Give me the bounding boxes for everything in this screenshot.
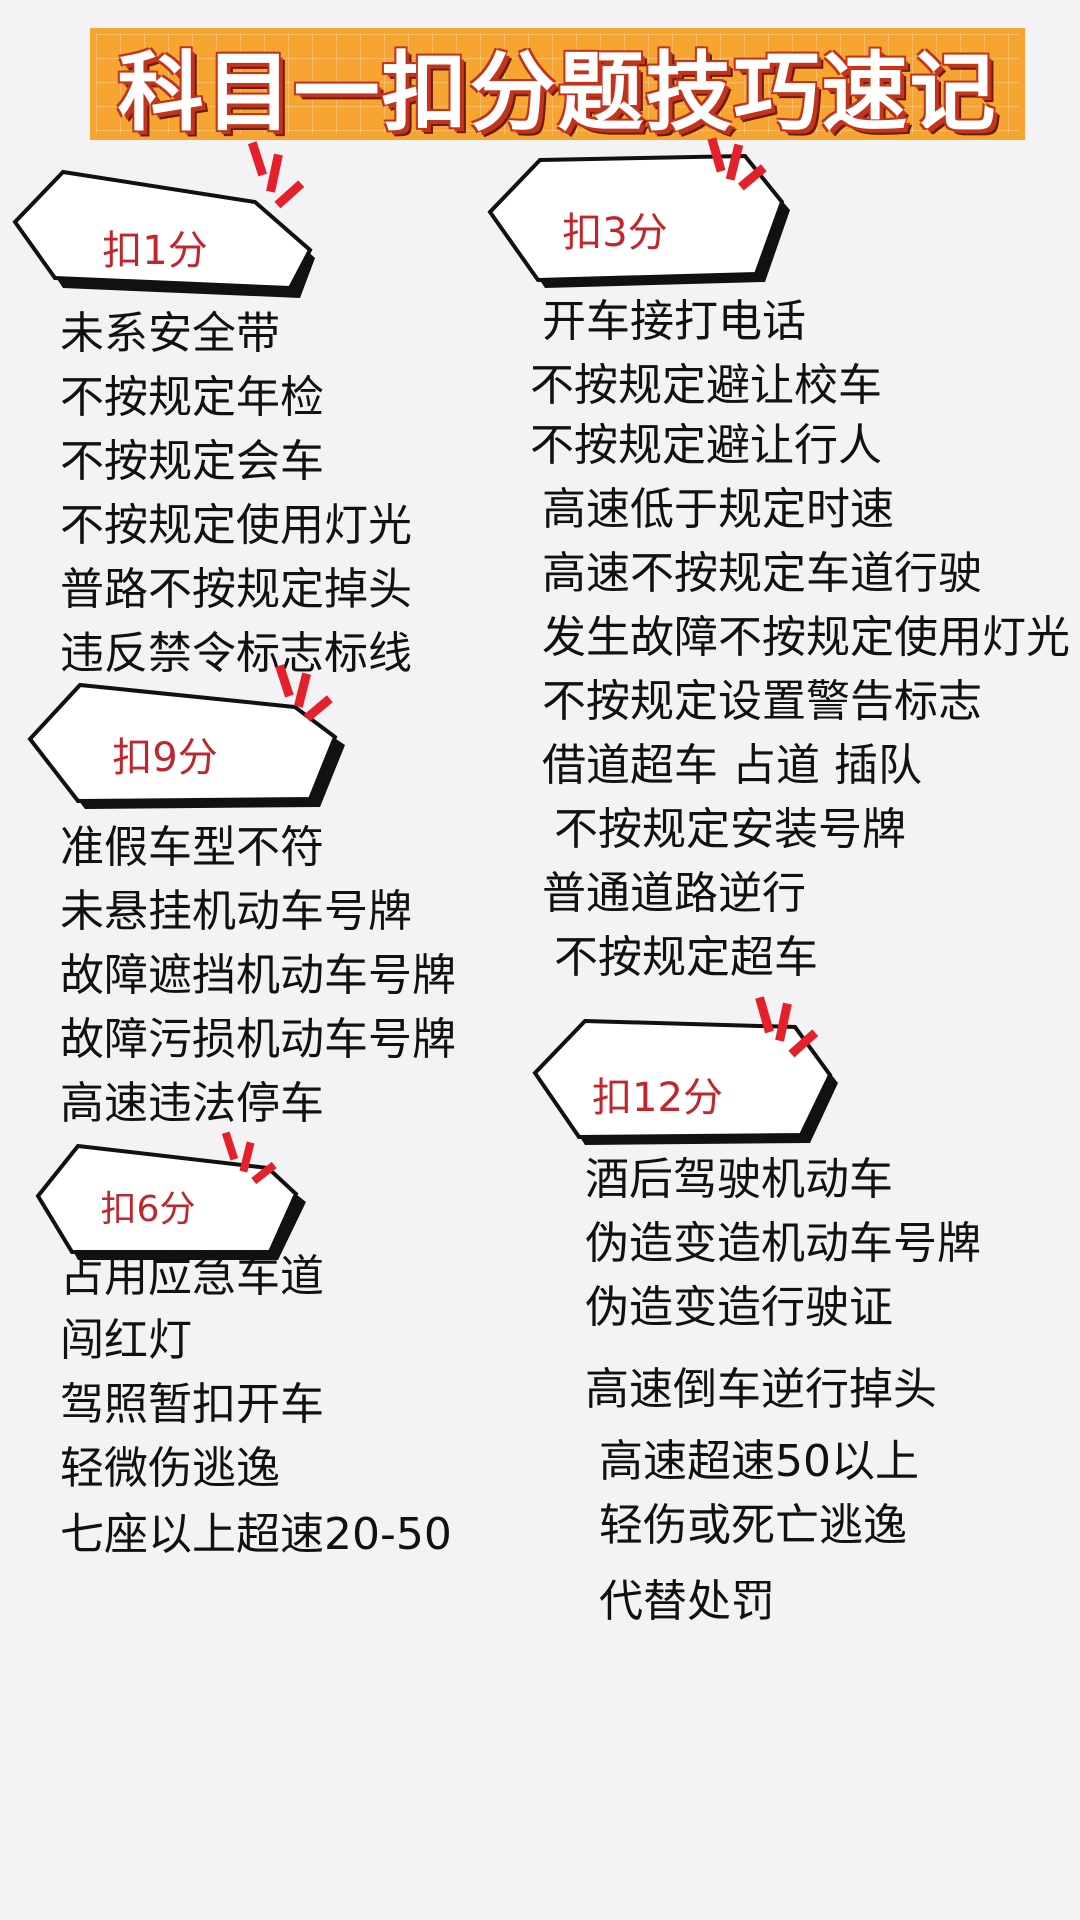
list-item: 准假车型不符: [60, 822, 324, 873]
list-item: 伪造变造行驶证: [585, 1282, 893, 1333]
list-item: 酒后驾驶机动车: [585, 1154, 893, 1205]
list-item: 不按规定安装号牌: [554, 804, 906, 855]
burst-mark-icon: [247, 141, 305, 209]
badge-label: 扣1分: [102, 228, 208, 274]
list-item: 不按规定会车: [60, 436, 324, 487]
badge-label: 扣12分: [592, 1075, 723, 1121]
list-item: 未系安全带: [60, 308, 280, 359]
badge-deduct-9: 扣9分: [27, 664, 345, 815]
list-item: 发生故障不按规定使用灯光: [542, 612, 1070, 663]
list-item: 普通道路逆行: [542, 868, 806, 919]
list-item: 故障污损机动车号牌: [60, 1014, 456, 1065]
list-item: 不按规定超车: [554, 932, 818, 983]
list-item: 七座以上超速20-50: [60, 1509, 452, 1560]
list-item: 不按规定使用灯光: [60, 500, 412, 551]
list-item: 伪造变造机动车号牌: [585, 1218, 981, 1269]
list-item: 未悬挂机动车号牌: [60, 886, 412, 937]
title-banner: 科目一扣分题技巧速记: [90, 28, 1025, 143]
badge-label: 扣6分: [100, 1189, 196, 1230]
list-item: 高速不按规定车道行驶: [542, 548, 982, 599]
list-item: 高速低于规定时速: [542, 484, 894, 535]
badge-deduct-3: 扣3分: [487, 137, 790, 290]
list-item: 开车接打电话: [542, 296, 806, 347]
badge-label: 扣3分: [562, 210, 668, 256]
list-item: 高速违法停车: [60, 1078, 324, 1129]
list-item: 高速倒车逆行掉头: [585, 1364, 937, 1415]
list-item: 闯红灯: [60, 1315, 192, 1366]
list-item: 普路不按规定掉头: [60, 564, 412, 615]
list-item: 占用应急车道: [60, 1251, 324, 1302]
list-item: 驾照暂扣开车: [60, 1379, 324, 1430]
list-item: 不按规定避让校车: [530, 360, 882, 411]
list-item: 高速超速50以上: [599, 1436, 919, 1487]
list-item: 轻微伤逃逸: [60, 1443, 280, 1494]
list-item: 不按规定避让行人: [530, 420, 882, 471]
list-item: 不按规定设置警告标志: [542, 676, 982, 727]
list-item: 代替处罚: [599, 1576, 775, 1627]
list-item: 轻伤或死亡逃逸: [599, 1500, 907, 1551]
list-item: 借道超车 占道 插队: [542, 740, 922, 791]
badge-label: 扣9分: [112, 735, 218, 781]
list-item: 不按规定年检: [60, 372, 324, 423]
list-item: 故障遮挡机动车号牌: [60, 950, 456, 1001]
badge-deduct-6: 扣6分: [35, 1131, 306, 1265]
page-title: 科目一扣分题技巧速记: [117, 42, 998, 143]
badge-deduct-1: 扣1分: [12, 141, 315, 300]
badge-deduct-12: 扣12分: [532, 996, 840, 1145]
list-item: 违反禁令标志标线: [60, 628, 412, 679]
